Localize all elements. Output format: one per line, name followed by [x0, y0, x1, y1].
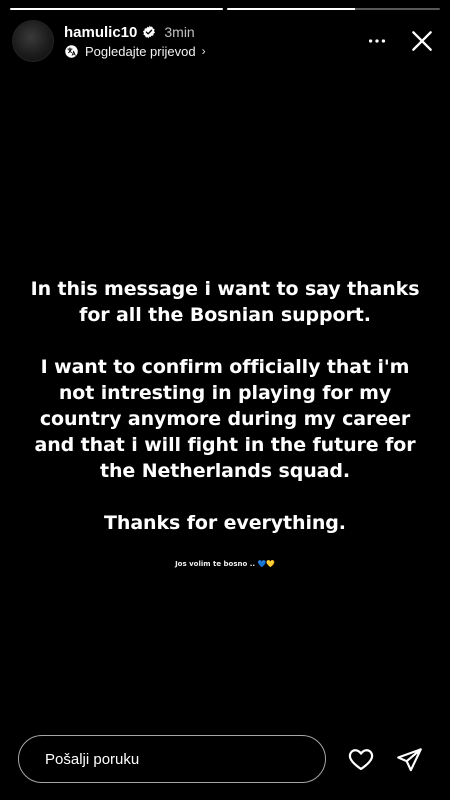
story-meta: hamulic10 3min Pogledajte prijevod ›	[64, 24, 206, 59]
close-icon[interactable]	[404, 23, 440, 59]
post-time: 3min	[164, 24, 195, 40]
heart-icon[interactable]	[346, 744, 376, 774]
progress-segment-1	[10, 8, 223, 10]
story-footer: Pošalji poruku	[18, 734, 438, 784]
blue-heart-icon: 💙	[257, 560, 267, 568]
message-paragraph-3: Thanks for everything.	[104, 512, 346, 534]
message-paragraph-2: I want to confirm officially that i'm no…	[34, 356, 416, 482]
closing-note: Jos volim te bosno .. 💙💛	[0, 560, 450, 568]
send-icon[interactable]	[394, 744, 424, 774]
translate-link[interactable]: Pogledajte prijevod ›	[64, 44, 206, 59]
header-actions	[362, 23, 440, 59]
more-options-icon[interactable]	[362, 26, 392, 56]
reply-input[interactable]: Pošalji poruku	[18, 735, 326, 783]
avatar[interactable]	[12, 20, 54, 62]
message-paragraph-1: In this message i want to say thanks for…	[30, 278, 420, 326]
chevron-right-icon: ›	[201, 44, 206, 58]
translate-label: Pogledajte prijevod	[85, 43, 196, 59]
story-message: In this message i want to say thanks for…	[20, 276, 430, 536]
closing-note-text: Jos volim te bosno ..	[175, 560, 256, 568]
translate-icon	[64, 44, 79, 59]
verified-badge-icon	[142, 25, 156, 39]
progress-segment-2	[227, 8, 440, 10]
story-progress-bar	[10, 8, 440, 10]
reply-placeholder: Pošalji poruku	[45, 750, 140, 768]
yellow-heart-icon: 💛	[266, 560, 275, 568]
username-row: hamulic10 3min	[64, 24, 206, 41]
story-header: hamulic10 3min Pogledajte prijevod ›	[12, 18, 440, 64]
username[interactable]: hamulic10	[64, 24, 137, 41]
